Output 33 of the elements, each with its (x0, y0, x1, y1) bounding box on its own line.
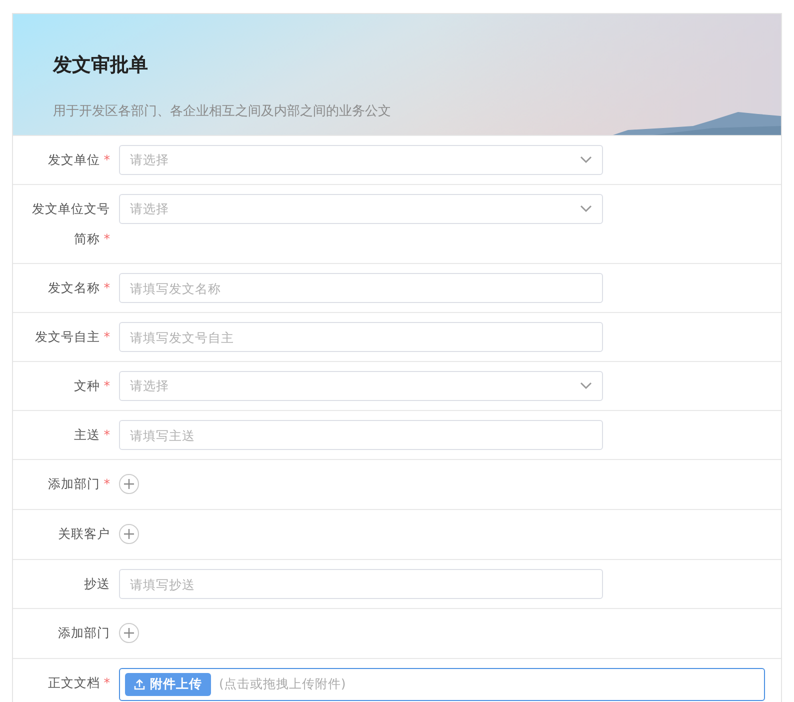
field-label: 抄送 (83, 575, 110, 593)
field-label: 主送 * (72, 426, 110, 444)
field-label: 添加部门 (57, 624, 110, 642)
chevron-down-icon (580, 382, 592, 390)
input-field[interactable]: 请填写发文号自主 (119, 322, 603, 352)
add-button[interactable] (119, 524, 139, 544)
upload-field[interactable]: 附件上传 (点击或拖拽上传附件) (119, 668, 765, 701)
plus-icon (124, 529, 134, 539)
input-field[interactable]: 请填写抄送 (119, 569, 603, 599)
add-button[interactable] (119, 623, 139, 643)
add-button[interactable] (119, 474, 139, 494)
form-subtitle: 用于开发区各部门、各企业相互之间及内部之间的业务公文 (53, 103, 392, 120)
upload-hint: (点击或拖拽上传附件) (219, 676, 346, 693)
chevron-down-icon (580, 156, 592, 164)
chevron-down-icon (580, 205, 592, 213)
field-label: 正文文档 * (46, 674, 110, 692)
field-label: 发文名称 * (46, 279, 110, 297)
field-label: 文种 * (72, 377, 110, 395)
select-field[interactable]: 请选择 (119, 145, 603, 175)
field-label: 发文单位 * (46, 151, 110, 169)
field-label: 添加部门 * (46, 475, 110, 493)
upload-button[interactable]: 附件上传 (125, 673, 211, 696)
select-field[interactable]: 请选择 (119, 194, 603, 224)
form-title: 发文审批单 (53, 53, 149, 78)
input-field[interactable]: 请填写主送 (119, 420, 603, 450)
field-label: 关联客户 (57, 525, 110, 543)
plus-icon (124, 628, 134, 638)
field-label: 发文号自主 * (34, 328, 110, 346)
select-field[interactable]: 请选择 (119, 371, 603, 401)
input-field[interactable]: 请填写发文名称 (119, 273, 603, 303)
upload-icon (134, 679, 145, 690)
plus-icon (124, 479, 134, 489)
field-label: 发文单位文号简称 * (31, 200, 110, 248)
